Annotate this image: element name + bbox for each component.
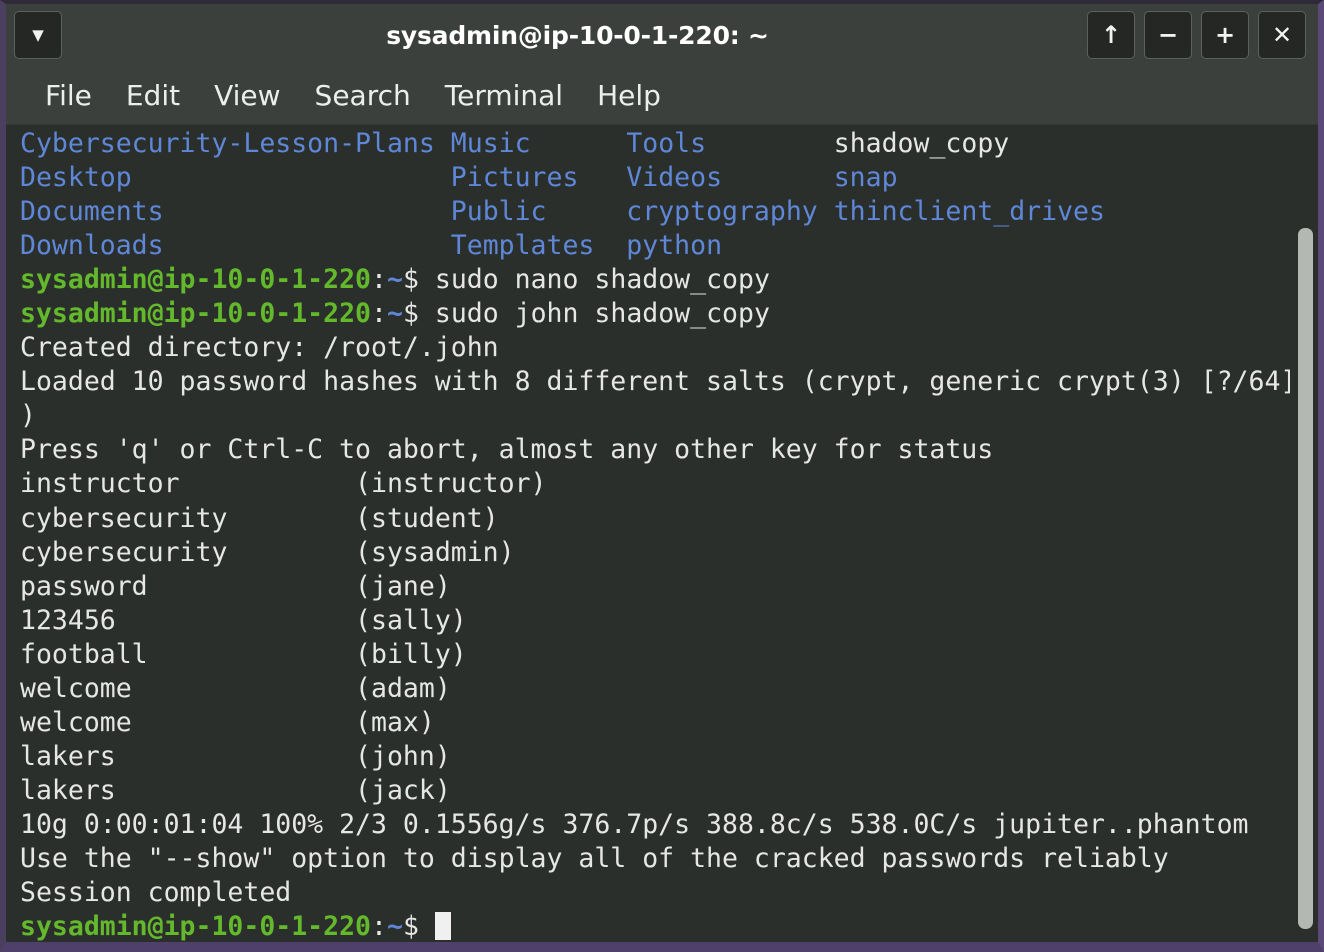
cracked-password-row: football (billy): [20, 638, 467, 670]
menu-item-edit[interactable]: Edit: [109, 77, 197, 114]
menu-item-search[interactable]: Search: [298, 77, 428, 114]
menu-bar: File Edit View Search Terminal Help: [6, 66, 1318, 124]
plus-icon: +: [1214, 21, 1236, 49]
text-cursor: [434, 912, 452, 941]
ls-listing-row: Downloads Templates python: [20, 230, 723, 262]
title-bar: ▼ sysadmin@ip-10-0-1-220: ~ ↑ − + ✕: [6, 4, 1318, 66]
minus-icon: −: [1157, 21, 1179, 49]
maximize-button[interactable]: +: [1201, 11, 1249, 59]
terminal-output[interactable]: Cybersecurity-Lesson-Plans Music Tools s…: [6, 125, 1318, 942]
cracked-password-row: welcome (adam): [20, 672, 451, 704]
menu-item-view[interactable]: View: [197, 77, 297, 114]
john-loaded-hashes: Loaded 10 password hashes with 8 differe…: [20, 366, 1297, 398]
cracked-password-row: cybersecurity (sysadmin): [20, 536, 515, 568]
terminal-window: ▼ sysadmin@ip-10-0-1-220: ~ ↑ − + ✕ File…: [0, 0, 1324, 952]
chevron-down-icon: ▼: [32, 25, 44, 44]
john-show-hint: Use the "--show" option to display all o…: [20, 842, 1169, 874]
command-line-nano: sysadmin@ip-10-0-1-220:~$ sudo nano shad…: [20, 264, 770, 296]
window-menu-button[interactable]: ▼: [14, 11, 62, 59]
window-controls: ↑ − + ✕: [1087, 11, 1306, 59]
command-line-john: sysadmin@ip-10-0-1-220:~$ sudo john shad…: [20, 298, 770, 330]
shade-button[interactable]: ↑: [1087, 11, 1135, 59]
close-icon: ✕: [1271, 21, 1293, 49]
cracked-password-row: welcome (max): [20, 706, 435, 738]
menu-item-help[interactable]: Help: [580, 77, 678, 114]
scrollbar-thumb[interactable]: [1298, 228, 1313, 929]
john-session-completed: Session completed: [20, 877, 292, 909]
menu-item-terminal[interactable]: Terminal: [428, 77, 580, 114]
up-arrow-icon: ↑: [1100, 21, 1122, 49]
john-status-line: 10g 0:00:01:04 100% 2/3 0.1556g/s 376.7p…: [20, 808, 1249, 840]
ls-listing-row: Desktop Pictures Videos snap: [20, 162, 898, 194]
active-prompt-line: sysadmin@ip-10-0-1-220:~$: [20, 910, 1318, 942]
close-button[interactable]: ✕: [1258, 11, 1306, 59]
window-title: sysadmin@ip-10-0-1-220: ~: [386, 20, 769, 50]
menu-item-file[interactable]: File: [28, 77, 109, 114]
john-loaded-hashes-wrap: ): [20, 400, 36, 432]
terminal-scrollbar[interactable]: [1290, 125, 1318, 942]
john-created-directory: Created directory: /root/.john: [20, 332, 499, 364]
ls-listing-row: Documents Public cryptography thinclient…: [20, 196, 1105, 228]
john-abort-hint: Press 'q' or Ctrl-C to abort, almost any…: [20, 434, 994, 466]
cracked-password-row: cybersecurity (student): [20, 502, 499, 534]
cracked-password-row: 123456 (sally): [20, 604, 467, 636]
ls-listing-row: Cybersecurity-Lesson-Plans Music Tools s…: [20, 128, 1010, 159]
minimize-button[interactable]: −: [1144, 11, 1192, 59]
cracked-password-row: lakers (john): [20, 740, 451, 772]
cracked-password-row: instructor (instructor): [20, 468, 547, 500]
terminal-viewport: Cybersecurity-Lesson-Plans Music Tools s…: [6, 124, 1318, 942]
cracked-password-row: password (jane): [20, 570, 451, 602]
cracked-password-row: lakers (jack): [20, 774, 451, 806]
